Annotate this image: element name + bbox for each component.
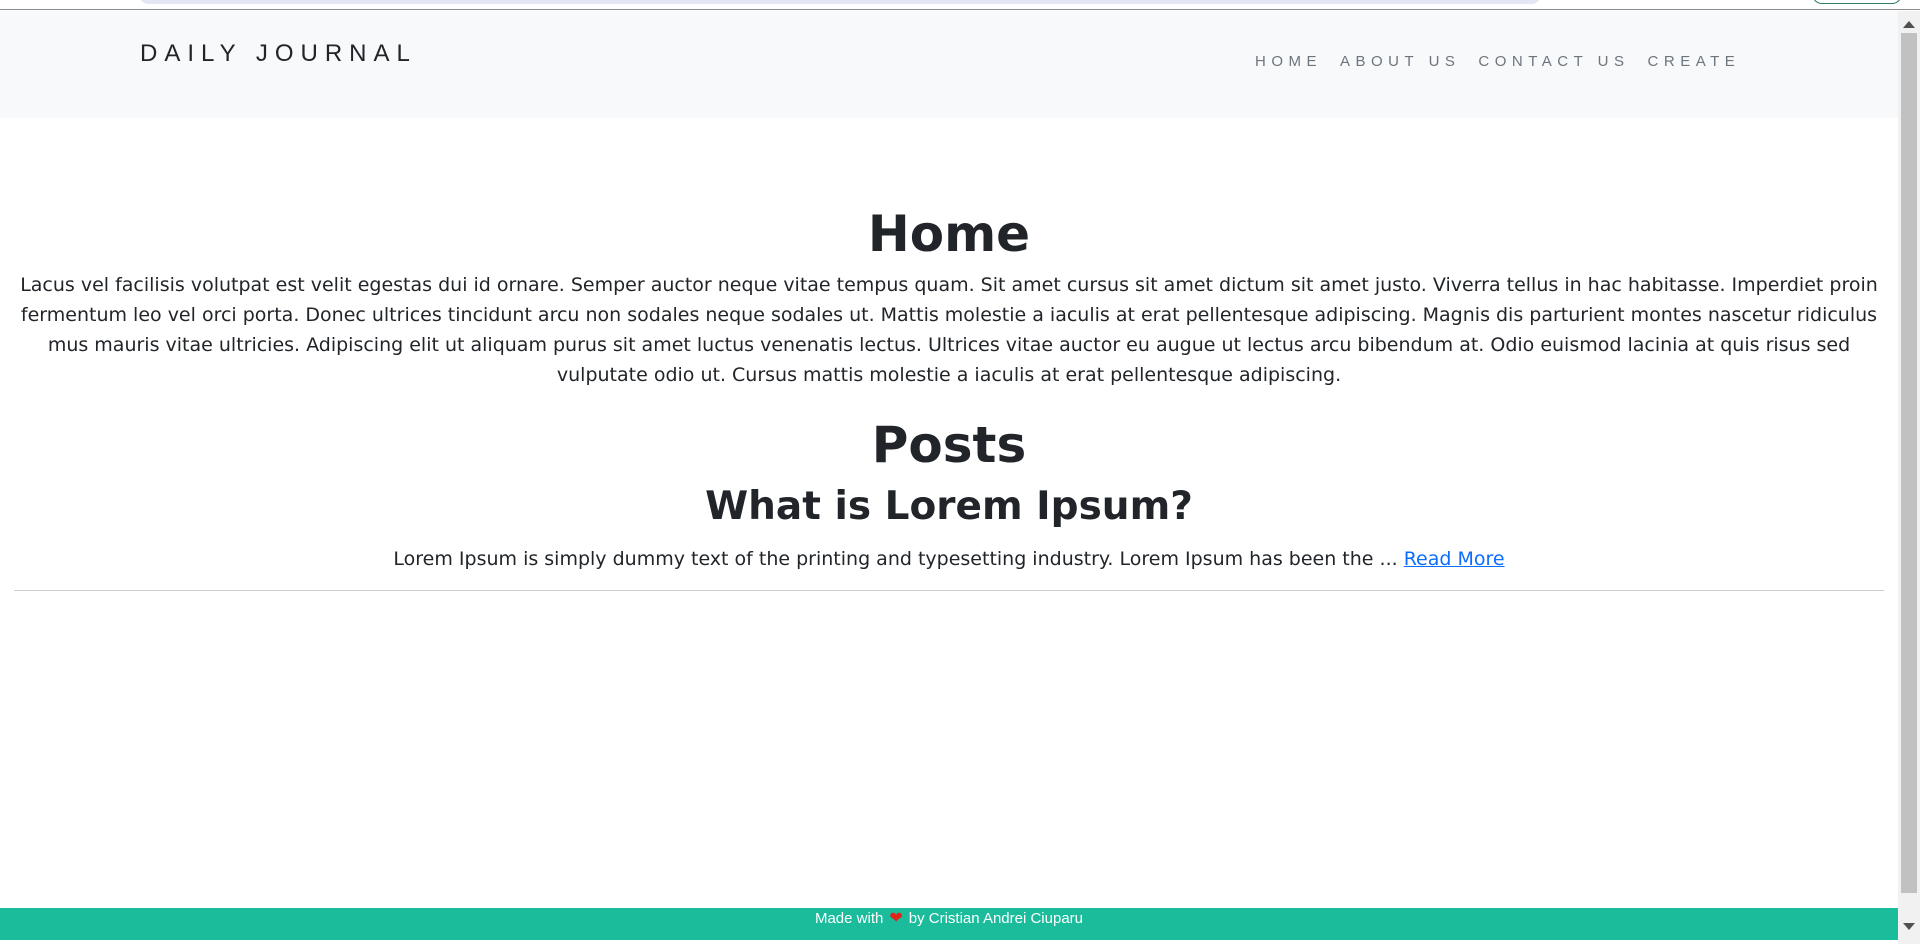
posts-title: Posts <box>871 416 1027 474</box>
browser-button-edge[interactable] <box>1812 0 1902 4</box>
nav-link-contact-us[interactable]: CONTACT US <box>1478 53 1629 70</box>
post-excerpt-paragraph: Lorem Ipsum is simply dummy text of the … <box>14 546 1884 572</box>
brand-title[interactable]: DAILY JOURNAL <box>140 40 417 68</box>
heart-icon: ❤ <box>889 910 903 927</box>
nav-link-home[interactable]: HOME <box>1255 53 1322 70</box>
vertical-scrollbar[interactable] <box>1898 11 1920 944</box>
page: DAILY JOURNAL HOME ABOUT US CONTACT US C… <box>0 0 1920 944</box>
read-more-link[interactable]: Read More <box>1404 548 1505 570</box>
scroll-up-arrow-icon[interactable] <box>1903 21 1915 28</box>
post-item: What is Lorem Ipsum? Lorem Ipsum is simp… <box>14 484 1884 591</box>
nav-link-create[interactable]: CREATE <box>1648 53 1741 70</box>
scroll-down-arrow-icon[interactable] <box>1903 923 1915 930</box>
nav-link-about-us[interactable]: ABOUT US <box>1340 53 1460 70</box>
home-title: Home <box>867 205 1031 263</box>
footer-author: by Cristian Andrei Ciuparu <box>908 910 1084 927</box>
browser-chrome-strip <box>0 0 1920 10</box>
post-divider <box>14 590 1884 591</box>
home-text: Lacus vel facilisis volutpat est velit e… <box>20 274 1878 386</box>
footer-made-with: Made with <box>814 910 884 927</box>
post-excerpt: Lorem Ipsum is simply dummy text of the … <box>393 548 1398 570</box>
main-content: Home Lacus vel facilisis volutpat est ve… <box>0 118 1898 591</box>
nav-links: HOME ABOUT US CONTACT US CREATE <box>1255 53 1758 70</box>
footer: Made with ❤ by Cristian Andrei Ciuparu <box>0 908 1898 940</box>
navbar: DAILY JOURNAL HOME ABOUT US CONTACT US C… <box>0 11 1898 118</box>
post-title: What is Lorem Ipsum? <box>705 484 1193 529</box>
browser-address-bar-edge[interactable] <box>140 0 1540 4</box>
scrollbar-thumb[interactable] <box>1901 33 1917 893</box>
